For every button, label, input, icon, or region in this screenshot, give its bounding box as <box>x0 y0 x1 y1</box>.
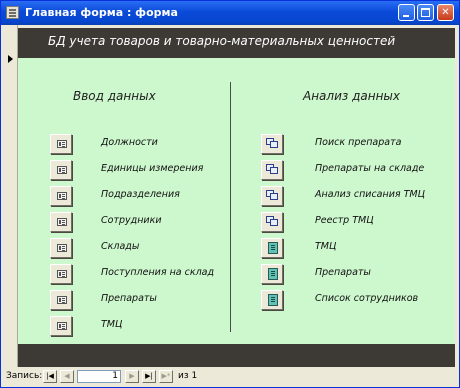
report-icon <box>268 294 278 306</box>
drugs-in-stock-query-button[interactable] <box>261 160 283 180</box>
employees-label: Сотрудники <box>101 215 162 226</box>
form-footer <box>18 344 455 367</box>
tmc-report-button[interactable] <box>261 238 283 258</box>
open-tmc-form-button[interactable] <box>50 316 72 336</box>
form-icon <box>57 192 67 200</box>
employee-list-label: Список сотрудников <box>315 293 419 304</box>
open-positions-form-button[interactable] <box>50 134 72 154</box>
form-icon <box>57 244 67 252</box>
current-record-arrow-icon <box>8 55 13 63</box>
form-window: Главная форма : форма ✕ БД учета товаров… <box>0 0 460 388</box>
record-count: из 1 <box>178 371 197 381</box>
close-button[interactable]: ✕ <box>437 4 454 21</box>
last-record-button[interactable]: ▶| <box>142 370 156 383</box>
form-icon <box>57 140 67 148</box>
section-title-data-analysis: Анализ данных <box>303 89 400 103</box>
previous-record-button[interactable]: ◀ <box>60 370 74 383</box>
query-icon <box>266 138 279 149</box>
maximize-button[interactable] <box>417 4 434 21</box>
warehouses-label: Склады <box>101 241 140 252</box>
form-icon <box>57 270 67 278</box>
tmc-report-label: ТМЦ <box>315 241 337 252</box>
search-drug-label: Поиск препарата <box>315 137 402 148</box>
record-selector[interactable] <box>5 25 18 367</box>
form-icon <box>57 296 67 304</box>
minimize-icon <box>403 15 409 17</box>
form-icon <box>57 218 67 226</box>
minimize-button[interactable] <box>398 4 415 21</box>
form-header: БД учета товаров и товарно-материальных … <box>18 28 455 58</box>
form-header-title: БД учета товаров и товарно-материальных … <box>48 34 396 48</box>
form-icon <box>57 166 67 174</box>
employee-list-report-button[interactable] <box>261 290 283 310</box>
open-units-form-button[interactable] <box>50 160 72 180</box>
maximize-icon <box>421 8 430 17</box>
tmc-label: ТМЦ <box>101 319 123 330</box>
form-client-area: БД учета товаров и товарно-материальных … <box>5 25 455 367</box>
positions-label: Должности <box>101 137 158 148</box>
writeoff-analysis-label: Анализ списания ТМЦ <box>315 189 425 200</box>
tmc-register-label: Реестр ТМЦ <box>315 215 374 226</box>
current-record-field[interactable]: 1 <box>77 370 121 383</box>
report-icon <box>268 268 278 280</box>
section-title-data-entry: Ввод данных <box>73 89 156 103</box>
query-icon <box>266 216 279 227</box>
departments-label: Подразделения <box>101 189 180 200</box>
report-icon <box>268 242 278 254</box>
section-divider <box>230 82 231 332</box>
open-warehouses-form-button[interactable] <box>50 238 72 258</box>
tmc-register-query-button[interactable] <box>261 212 283 232</box>
first-record-button[interactable]: |◀ <box>43 370 57 383</box>
open-employees-form-button[interactable] <box>50 212 72 232</box>
drugs-report-label: Препараты <box>315 267 371 278</box>
next-record-button[interactable]: ▶ <box>125 370 139 383</box>
record-label: Запись: <box>6 371 43 381</box>
record-total: 1 <box>191 371 198 381</box>
drugs-label: Препараты <box>101 293 157 304</box>
of-label: из <box>178 371 189 381</box>
record-navigation-bar: Запись: |◀ ◀ 1 ▶ ▶| ▶* из 1 <box>1 367 459 387</box>
open-drugs-form-button[interactable] <box>50 290 72 310</box>
open-receipts-form-button[interactable] <box>50 264 72 284</box>
search-drug-query-button[interactable] <box>261 134 283 154</box>
query-icon <box>266 190 279 201</box>
close-icon: ✕ <box>441 7 450 18</box>
form-icon <box>57 322 67 330</box>
units-label: Единицы измерения <box>101 163 204 174</box>
query-icon <box>266 164 279 175</box>
writeoff-analysis-query-button[interactable] <box>261 186 283 206</box>
new-record-button[interactable]: ▶* <box>159 370 173 383</box>
open-departments-form-button[interactable] <box>50 186 72 206</box>
form-icon <box>6 6 19 19</box>
title-bar[interactable]: Главная форма : форма ✕ <box>1 1 459 25</box>
receipts-label: Поступления на склад <box>101 267 215 278</box>
drugs-in-stock-label: Препараты на складе <box>315 163 425 174</box>
form-detail: Ввод данных Анализ данных Должности Един… <box>18 58 455 344</box>
window-title: Главная форма : форма <box>25 6 178 19</box>
drugs-report-button[interactable] <box>261 264 283 284</box>
